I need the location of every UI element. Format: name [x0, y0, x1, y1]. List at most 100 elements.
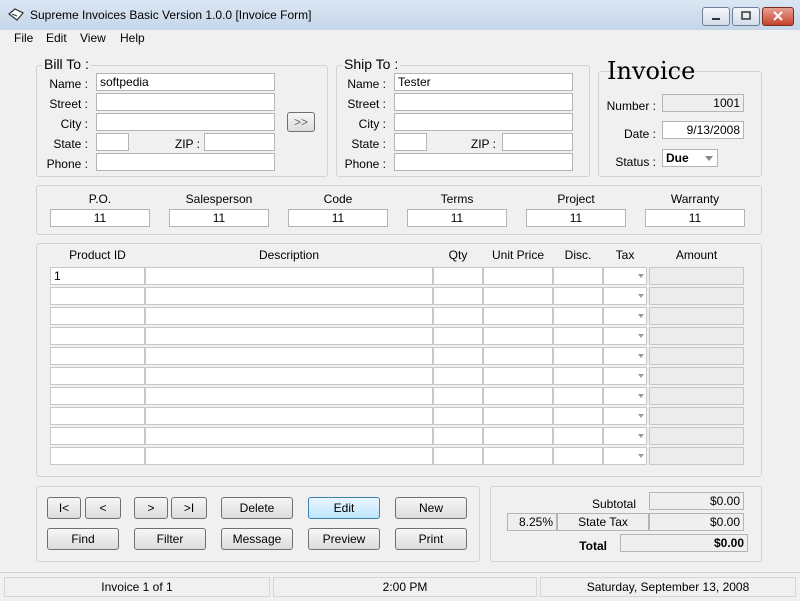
find-button[interactable]: Find: [47, 528, 119, 550]
cell-unit-price[interactable]: [483, 327, 553, 345]
edit-button[interactable]: Edit: [308, 497, 380, 519]
cell-disc[interactable]: [553, 287, 603, 305]
cell-description[interactable]: [145, 447, 433, 465]
cell-qty[interactable]: [433, 447, 483, 465]
cell-product-id[interactable]: [50, 407, 145, 425]
prev-record-button[interactable]: <: [85, 497, 121, 519]
cell-description[interactable]: [145, 287, 433, 305]
tax-rate-field[interactable]: 8.25%: [507, 513, 557, 531]
cell-unit-price[interactable]: [483, 407, 553, 425]
status-select[interactable]: Due: [662, 149, 718, 167]
cell-disc[interactable]: [553, 367, 603, 385]
bill-name-field[interactable]: softpedia: [96, 73, 275, 91]
cell-unit-price[interactable]: [483, 387, 553, 405]
copy-to-ship-button[interactable]: >>: [287, 112, 315, 132]
meta-field-terms[interactable]: 11: [407, 209, 507, 227]
print-button[interactable]: Print: [395, 528, 467, 550]
cell-unit-price[interactable]: [483, 427, 553, 445]
cell-product-id[interactable]: [50, 347, 145, 365]
title-bar[interactable]: Supreme Invoices Basic Version 1.0.0 [In…: [0, 0, 800, 31]
cell-unit-price[interactable]: [483, 307, 553, 325]
cell-description[interactable]: [145, 347, 433, 365]
cell-description[interactable]: [145, 387, 433, 405]
cell-disc[interactable]: [553, 347, 603, 365]
cell-product-id[interactable]: [50, 427, 145, 445]
bill-city-field[interactable]: [96, 113, 275, 131]
minimize-button[interactable]: [702, 7, 730, 26]
message-button[interactable]: Message: [221, 528, 293, 550]
menu-help[interactable]: Help: [120, 31, 145, 45]
filter-button[interactable]: Filter: [134, 528, 206, 550]
ship-state-field[interactable]: [394, 133, 427, 151]
cell-tax-select[interactable]: [603, 447, 647, 465]
bill-phone-field[interactable]: [96, 153, 275, 171]
meta-field-po[interactable]: 11: [50, 209, 150, 227]
cell-product-id[interactable]: [50, 367, 145, 385]
cell-product-id[interactable]: [50, 287, 145, 305]
cell-unit-price[interactable]: [483, 267, 553, 285]
maximize-button[interactable]: [732, 7, 760, 26]
cell-tax-select[interactable]: [603, 427, 647, 445]
cell-qty[interactable]: [433, 407, 483, 425]
cell-unit-price[interactable]: [483, 347, 553, 365]
cell-tax-select[interactable]: [603, 267, 647, 285]
cell-tax-select[interactable]: [603, 407, 647, 425]
cell-unit-price[interactable]: [483, 367, 553, 385]
ship-name-field[interactable]: Tester: [394, 73, 573, 91]
cell-qty[interactable]: [433, 427, 483, 445]
meta-field-warranty[interactable]: 11: [645, 209, 745, 227]
cell-qty[interactable]: [433, 327, 483, 345]
cell-disc[interactable]: [553, 267, 603, 285]
close-button[interactable]: [762, 7, 794, 26]
cell-tax-select[interactable]: [603, 327, 647, 345]
cell-description[interactable]: [145, 427, 433, 445]
cell-product-id[interactable]: [50, 327, 145, 345]
cell-product-id[interactable]: [50, 447, 145, 465]
meta-field-salesperson[interactable]: 11: [169, 209, 269, 227]
cell-qty[interactable]: [433, 367, 483, 385]
cell-disc[interactable]: [553, 447, 603, 465]
cell-tax-select[interactable]: [603, 367, 647, 385]
cell-description[interactable]: [145, 307, 433, 325]
cell-unit-price[interactable]: [483, 287, 553, 305]
ship-phone-field[interactable]: [394, 153, 573, 171]
cell-tax-select[interactable]: [603, 347, 647, 365]
cell-product-id[interactable]: [50, 387, 145, 405]
cell-qty[interactable]: [433, 347, 483, 365]
new-button[interactable]: New: [395, 497, 467, 519]
meta-field-project[interactable]: 11: [526, 209, 626, 227]
cell-tax-select[interactable]: [603, 387, 647, 405]
cell-tax-select[interactable]: [603, 287, 647, 305]
next-record-button[interactable]: >: [134, 497, 168, 519]
cell-product-id[interactable]: 1: [50, 267, 145, 285]
ship-city-field[interactable]: [394, 113, 573, 131]
menu-view[interactable]: View: [80, 31, 106, 45]
cell-description[interactable]: [145, 327, 433, 345]
cell-tax-select[interactable]: [603, 307, 647, 325]
cell-disc[interactable]: [553, 387, 603, 405]
bill-zip-field[interactable]: [204, 133, 275, 151]
cell-description[interactable]: [145, 367, 433, 385]
last-record-button[interactable]: >I: [171, 497, 207, 519]
cell-product-id[interactable]: [50, 307, 145, 325]
ship-zip-field[interactable]: [502, 133, 573, 151]
cell-qty[interactable]: [433, 267, 483, 285]
invoice-date-field[interactable]: 9/13/2008: [662, 121, 744, 139]
cell-description[interactable]: [145, 407, 433, 425]
cell-description[interactable]: [145, 267, 433, 285]
cell-disc[interactable]: [553, 327, 603, 345]
cell-disc[interactable]: [553, 307, 603, 325]
bill-street-field[interactable]: [96, 93, 275, 111]
cell-qty[interactable]: [433, 387, 483, 405]
cell-qty[interactable]: [433, 287, 483, 305]
delete-button[interactable]: Delete: [221, 497, 293, 519]
meta-field-code[interactable]: 11: [288, 209, 388, 227]
preview-button[interactable]: Preview: [308, 528, 380, 550]
cell-disc[interactable]: [553, 407, 603, 425]
cell-unit-price[interactable]: [483, 447, 553, 465]
cell-disc[interactable]: [553, 427, 603, 445]
ship-street-field[interactable]: [394, 93, 573, 111]
menu-file[interactable]: File: [14, 31, 33, 45]
cell-qty[interactable]: [433, 307, 483, 325]
menu-edit[interactable]: Edit: [46, 31, 67, 45]
